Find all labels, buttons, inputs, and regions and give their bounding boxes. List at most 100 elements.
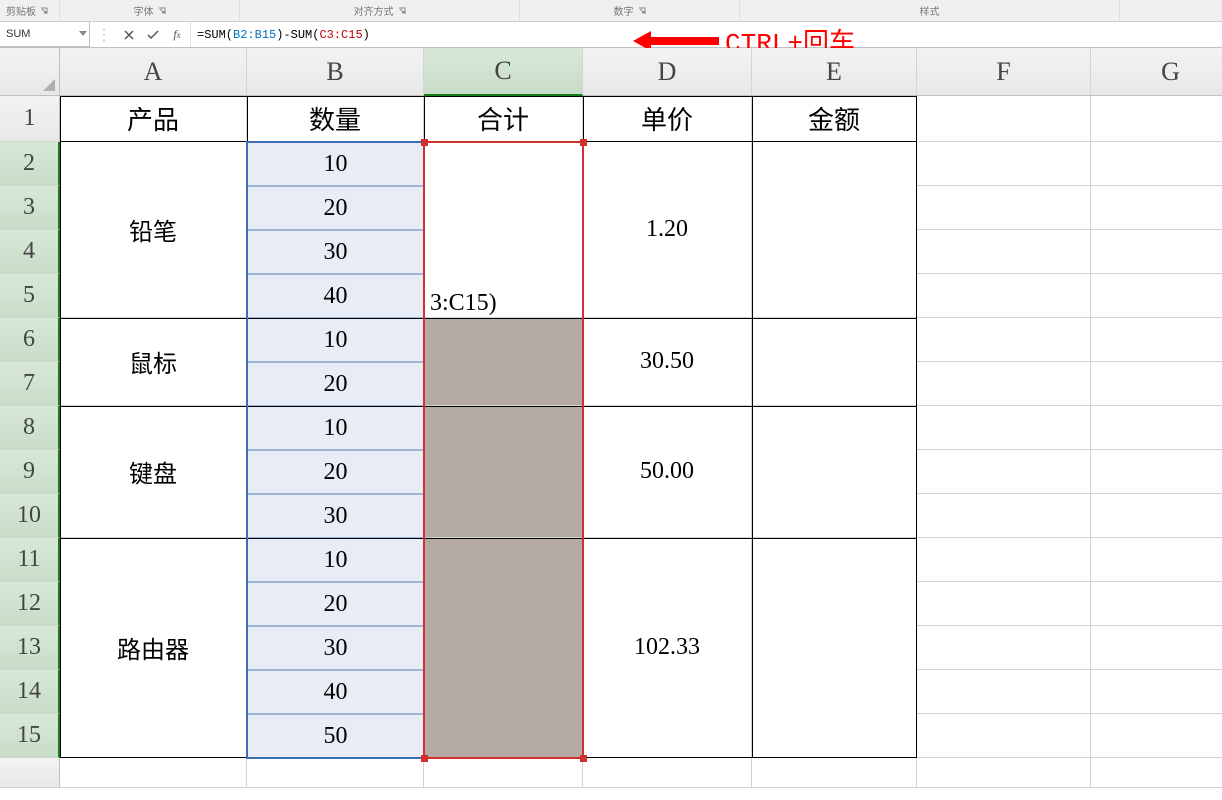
cell-G2[interactable] bbox=[1091, 142, 1222, 186]
select-all-corner[interactable] bbox=[0, 48, 60, 96]
cell-F12[interactable] bbox=[917, 582, 1091, 626]
row-header-3[interactable]: 3 bbox=[0, 186, 60, 230]
row-header-8[interactable]: 8 bbox=[0, 406, 60, 450]
cell-F3[interactable] bbox=[917, 186, 1091, 230]
cell-G12[interactable] bbox=[1091, 582, 1222, 626]
row-header-2[interactable]: 2 bbox=[0, 142, 60, 186]
cell-C8[interactable] bbox=[424, 406, 583, 538]
cell-G5[interactable] bbox=[1091, 274, 1222, 318]
cell-E1[interactable]: 金额 bbox=[752, 96, 917, 142]
cell-B3[interactable]: 20 bbox=[247, 186, 424, 230]
col-header-A[interactable]: A bbox=[60, 48, 247, 96]
cell-F13[interactable] bbox=[917, 626, 1091, 670]
cell-B5[interactable]: 40 bbox=[247, 274, 424, 318]
cell-B15[interactable]: 50 bbox=[247, 714, 424, 758]
enter-button[interactable] bbox=[146, 28, 160, 42]
col-header-B[interactable]: B bbox=[247, 48, 424, 96]
cell-D2[interactable]: 1.20 bbox=[583, 142, 752, 318]
cell-G6[interactable] bbox=[1091, 318, 1222, 362]
cell-E16[interactable] bbox=[752, 758, 917, 788]
cell-G10[interactable] bbox=[1091, 494, 1222, 538]
range-handle[interactable] bbox=[421, 139, 428, 146]
chevron-down-icon[interactable] bbox=[79, 28, 87, 40]
cell-C1[interactable]: 合计 bbox=[424, 96, 583, 142]
cell-B13[interactable]: 30 bbox=[247, 626, 424, 670]
row-header-10[interactable]: 10 bbox=[0, 494, 60, 538]
row-header-5[interactable]: 5 bbox=[0, 274, 60, 318]
cell-F16[interactable] bbox=[917, 758, 1091, 788]
cell-F1[interactable] bbox=[917, 96, 1091, 142]
dialog-launcher-icon[interactable] bbox=[638, 7, 646, 15]
cell-E11[interactable] bbox=[752, 538, 917, 758]
cell-F6[interactable] bbox=[917, 318, 1091, 362]
cell-A11[interactable]: 路由器 bbox=[60, 538, 247, 758]
cell-C16[interactable] bbox=[424, 758, 583, 788]
cell-C6[interactable] bbox=[424, 318, 583, 406]
name-box[interactable]: SUM bbox=[0, 22, 90, 47]
row-header-7[interactable]: 7 bbox=[0, 362, 60, 406]
cancel-button[interactable] bbox=[122, 28, 136, 42]
cell-G16[interactable] bbox=[1091, 758, 1222, 788]
cell-F8[interactable] bbox=[917, 406, 1091, 450]
cell-G8[interactable] bbox=[1091, 406, 1222, 450]
cell-G13[interactable] bbox=[1091, 626, 1222, 670]
cell-F10[interactable] bbox=[917, 494, 1091, 538]
dialog-launcher-icon[interactable] bbox=[398, 7, 406, 15]
cell-E8[interactable] bbox=[752, 406, 917, 538]
dialog-launcher-icon[interactable] bbox=[158, 7, 166, 15]
fx-icon[interactable]: fx bbox=[170, 28, 184, 42]
cell-F4[interactable] bbox=[917, 230, 1091, 274]
range-handle[interactable] bbox=[580, 139, 587, 146]
cell-A2[interactable]: 铅笔 bbox=[60, 142, 247, 318]
cell-E6[interactable] bbox=[752, 318, 917, 406]
cell-F14[interactable] bbox=[917, 670, 1091, 714]
cell-B2[interactable]: 10 bbox=[247, 142, 424, 186]
cell-B11[interactable]: 10 bbox=[247, 538, 424, 582]
row-header-12[interactable]: 12 bbox=[0, 582, 60, 626]
col-header-C[interactable]: C bbox=[424, 48, 583, 96]
cell-A8[interactable]: 键盘 bbox=[60, 406, 247, 538]
cell-D11[interactable]: 102.33 bbox=[583, 538, 752, 758]
range-handle[interactable] bbox=[421, 755, 428, 762]
cell-B8[interactable]: 10 bbox=[247, 406, 424, 450]
cell-B4[interactable]: 30 bbox=[247, 230, 424, 274]
formula-input[interactable]: =SUM(B2:B15)-SUM(C3:C15) CTRL+回车 bbox=[191, 22, 1222, 47]
row-header-11[interactable]: 11 bbox=[0, 538, 60, 582]
row-header-6[interactable]: 6 bbox=[0, 318, 60, 362]
cell-F2[interactable] bbox=[917, 142, 1091, 186]
cell-F9[interactable] bbox=[917, 450, 1091, 494]
row-header-13[interactable]: 13 bbox=[0, 626, 60, 670]
dialog-launcher-icon[interactable] bbox=[40, 7, 48, 15]
cell-C2[interactable]: 3:C15) bbox=[424, 142, 583, 318]
cell-C11[interactable] bbox=[424, 538, 583, 758]
cell-F7[interactable] bbox=[917, 362, 1091, 406]
cell-A1[interactable]: 产品 bbox=[60, 96, 247, 142]
cell-B6[interactable]: 10 bbox=[247, 318, 424, 362]
row-header-16[interactable] bbox=[0, 758, 60, 788]
cell-F11[interactable] bbox=[917, 538, 1091, 582]
cell-G9[interactable] bbox=[1091, 450, 1222, 494]
row-header-14[interactable]: 14 bbox=[0, 670, 60, 714]
cell-G14[interactable] bbox=[1091, 670, 1222, 714]
cell-D1[interactable]: 单价 bbox=[583, 96, 752, 142]
cell-A6[interactable]: 鼠标 bbox=[60, 318, 247, 406]
cell-D16[interactable] bbox=[583, 758, 752, 788]
col-header-E[interactable]: E bbox=[752, 48, 917, 96]
cell-B9[interactable]: 20 bbox=[247, 450, 424, 494]
row-header-4[interactable]: 4 bbox=[0, 230, 60, 274]
col-header-F[interactable]: F bbox=[917, 48, 1091, 96]
range-handle[interactable] bbox=[580, 755, 587, 762]
cell-E2[interactable] bbox=[752, 142, 917, 318]
cell-B7[interactable]: 20 bbox=[247, 362, 424, 406]
cell-D8[interactable]: 50.00 bbox=[583, 406, 752, 538]
col-header-D[interactable]: D bbox=[583, 48, 752, 96]
cell-F5[interactable] bbox=[917, 274, 1091, 318]
cell-G7[interactable] bbox=[1091, 362, 1222, 406]
row-header-1[interactable]: 1 bbox=[0, 96, 60, 142]
row-header-9[interactable]: 9 bbox=[0, 450, 60, 494]
cell-F15[interactable] bbox=[917, 714, 1091, 758]
cell-B1[interactable]: 数量 bbox=[247, 96, 424, 142]
cell-B10[interactable]: 30 bbox=[247, 494, 424, 538]
cell-G11[interactable] bbox=[1091, 538, 1222, 582]
cell-G4[interactable] bbox=[1091, 230, 1222, 274]
